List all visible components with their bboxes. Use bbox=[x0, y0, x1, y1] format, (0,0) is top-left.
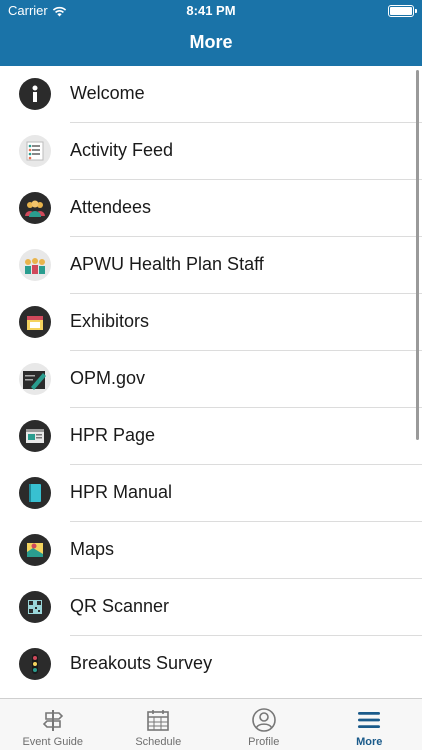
menu-item-hpr-manual[interactable]: HPR Manual bbox=[0, 465, 422, 522]
tab-label: More bbox=[356, 736, 383, 748]
signpost-icon bbox=[42, 710, 63, 731]
menu-item-opm-gov[interactable]: OPM.gov bbox=[0, 351, 422, 408]
tab-schedule[interactable]: Schedule bbox=[106, 699, 212, 750]
attendees-icon bbox=[19, 192, 51, 224]
qr-code-icon bbox=[19, 591, 51, 623]
calendar-icon bbox=[147, 710, 170, 731]
web-page-icon bbox=[19, 420, 51, 452]
menu-item-breakouts-survey[interactable]: Breakouts Survey bbox=[0, 636, 422, 693]
tab-label: Event Guide bbox=[22, 736, 84, 748]
menu-item-maps[interactable]: Maps bbox=[0, 522, 422, 579]
page-title: More bbox=[189, 32, 233, 52]
tab-bar: Event Guide Schedule Profile More bbox=[0, 698, 422, 750]
scrollbar[interactable] bbox=[416, 70, 419, 440]
menu-item-label: Maps bbox=[70, 539, 115, 559]
menu-item-label: Attendees bbox=[70, 197, 152, 217]
status-bar: Carrier 8:41 PM bbox=[0, 0, 422, 22]
menu-item-label: Welcome bbox=[70, 83, 145, 103]
info-icon bbox=[19, 78, 51, 110]
staff-icon bbox=[19, 249, 51, 281]
menu-item-activity-feed[interactable]: Activity Feed bbox=[0, 123, 422, 180]
menu-item-label: QR Scanner bbox=[70, 596, 170, 616]
menu-item-welcome[interactable]: Welcome bbox=[0, 66, 422, 123]
tab-more[interactable]: More bbox=[317, 699, 422, 750]
menu-item-label: APWU Health Plan Staff bbox=[70, 254, 264, 274]
pen-document-icon bbox=[19, 363, 51, 395]
survey-icon bbox=[19, 648, 51, 680]
status-time: 8:41 PM bbox=[186, 3, 236, 18]
menu-item-qr-scanner[interactable]: QR Scanner bbox=[0, 579, 422, 636]
menu-item-label: Breakouts Survey bbox=[70, 653, 213, 673]
battery-icon bbox=[388, 5, 417, 17]
tab-event-guide[interactable]: Event Guide bbox=[0, 699, 106, 750]
menu-item-label: HPR Manual bbox=[70, 482, 173, 502]
menu-item-label: HPR Page bbox=[70, 425, 156, 445]
menu-item-health-plan-staff[interactable]: APWU Health Plan Staff bbox=[0, 237, 422, 294]
activity-feed-icon bbox=[19, 135, 51, 167]
menu-item-label: Activity Feed bbox=[70, 140, 174, 160]
map-icon bbox=[19, 534, 51, 566]
menu-item-hpr-page[interactable]: HPR Page bbox=[0, 408, 422, 465]
tab-label: Schedule bbox=[135, 736, 182, 748]
manual-icon bbox=[19, 477, 51, 509]
menu-item-label: Exhibitors bbox=[70, 311, 150, 331]
exhibitors-icon bbox=[19, 306, 51, 338]
tab-label: Profile bbox=[248, 736, 280, 748]
menu-item-exhibitors[interactable]: Exhibitors bbox=[0, 294, 422, 351]
more-menu-list[interactable]: Welcome Activity Feed Attendees APWU Hea… bbox=[0, 66, 422, 698]
menu-item-attendees[interactable]: Attendees bbox=[0, 180, 422, 237]
tab-profile[interactable]: Profile bbox=[211, 699, 317, 750]
profile-icon bbox=[251, 708, 276, 732]
menu-item-label: OPM.gov bbox=[70, 368, 146, 388]
menu-icon bbox=[358, 712, 381, 728]
header: Carrier 8:41 PM More bbox=[0, 0, 422, 66]
